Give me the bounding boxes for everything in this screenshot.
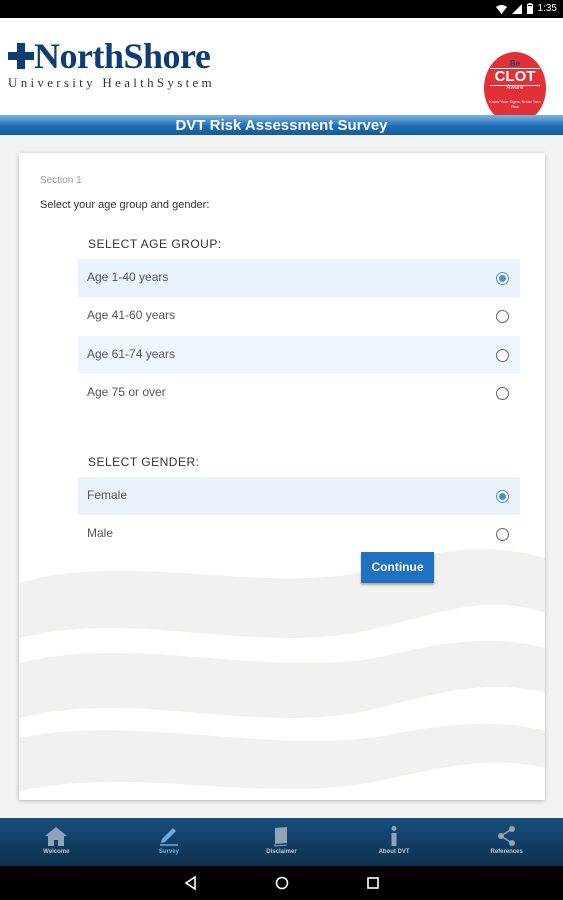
continue-button[interactable]: Continue	[361, 552, 434, 583]
nav-label: About DVT	[378, 849, 410, 855]
gender-option-male[interactable]: Male	[78, 515, 520, 553]
system-nav-bar	[0, 866, 563, 900]
age-group-title: SELECT AGE GROUP:	[88, 237, 222, 251]
nav-item-survey[interactable]: Survey	[113, 818, 226, 866]
radio-unselected-icon[interactable]	[496, 349, 509, 362]
page-title: DVT Risk Assessment Survey	[175, 117, 388, 134]
back-icon[interactable]	[183, 875, 199, 891]
home-icon	[45, 827, 68, 846]
option-label: Age 1-40 years	[87, 270, 169, 284]
northshore-logo: NorthShore University HealthSystem	[6, 36, 256, 106]
option-label: Age 61-74 years	[87, 347, 176, 361]
pencil-icon	[159, 828, 178, 846]
nav-item-about-dvt[interactable]: About DVT	[338, 818, 451, 866]
book-icon	[274, 827, 288, 847]
signal-icon	[511, 3, 522, 14]
radio-selected-icon[interactable]	[496, 272, 509, 285]
info-icon	[391, 826, 397, 846]
cross-icon	[8, 43, 34, 69]
survey-card: Section 1 Select your age group and gend…	[19, 153, 545, 800]
radio-selected-icon[interactable]	[496, 490, 509, 503]
age-option-41-60[interactable]: Age 41-60 years	[78, 297, 520, 335]
status-time: 1:35	[537, 3, 557, 14]
age-option-61-74[interactable]: Age 61-74 years	[78, 336, 520, 374]
gender-option-female[interactable]: Female	[78, 477, 520, 515]
option-label: Male	[87, 526, 114, 540]
title-bar: DVT Risk Assessment Survey	[0, 115, 563, 135]
be-clot-aware-badge: Be CLOT Aware Know Your Signs, Know Your…	[484, 52, 546, 124]
logo-name: NorthShore	[34, 36, 211, 76]
radio-unselected-icon[interactable]	[496, 310, 509, 323]
nav-label: References	[490, 849, 523, 855]
nav-label: Disclaimer	[266, 849, 297, 855]
nav-label: Welcome	[43, 849, 70, 855]
wifi-icon	[495, 4, 507, 14]
battery-icon	[526, 3, 533, 14]
radio-unselected-icon[interactable]	[496, 528, 509, 541]
status-bar: 1:35	[0, 0, 563, 18]
share-icon	[497, 826, 515, 846]
app-header: NorthShore University HealthSystem Be CL…	[0, 18, 563, 124]
age-option-75-over[interactable]: Age 75 or over	[78, 374, 520, 412]
bottom-nav: Welcome Survey Disclaimer About DVT Refe…	[0, 818, 563, 866]
nav-label: Survey	[158, 849, 179, 855]
gender-title: SELECT GENDER:	[88, 455, 200, 469]
radio-unselected-icon[interactable]	[496, 387, 509, 400]
recents-icon[interactable]	[365, 875, 381, 891]
nav-item-references[interactable]: References	[450, 818, 563, 866]
option-label: Age 75 or over	[87, 385, 166, 399]
nav-item-welcome[interactable]: Welcome	[0, 818, 113, 866]
section-label: Section 1	[40, 175, 82, 186]
option-label: Female	[87, 488, 128, 502]
survey-prompt: Select your age group and gender:	[40, 199, 210, 211]
option-label: Age 41-60 years	[87, 308, 176, 322]
wave-background	[19, 549, 545, 791]
nav-item-disclaimer[interactable]: Disclaimer	[225, 818, 338, 866]
logo-subtitle: University HealthSystem	[8, 75, 215, 90]
age-option-1-40[interactable]: Age 1-40 years	[78, 259, 520, 297]
home-circle-icon[interactable]	[274, 875, 290, 891]
